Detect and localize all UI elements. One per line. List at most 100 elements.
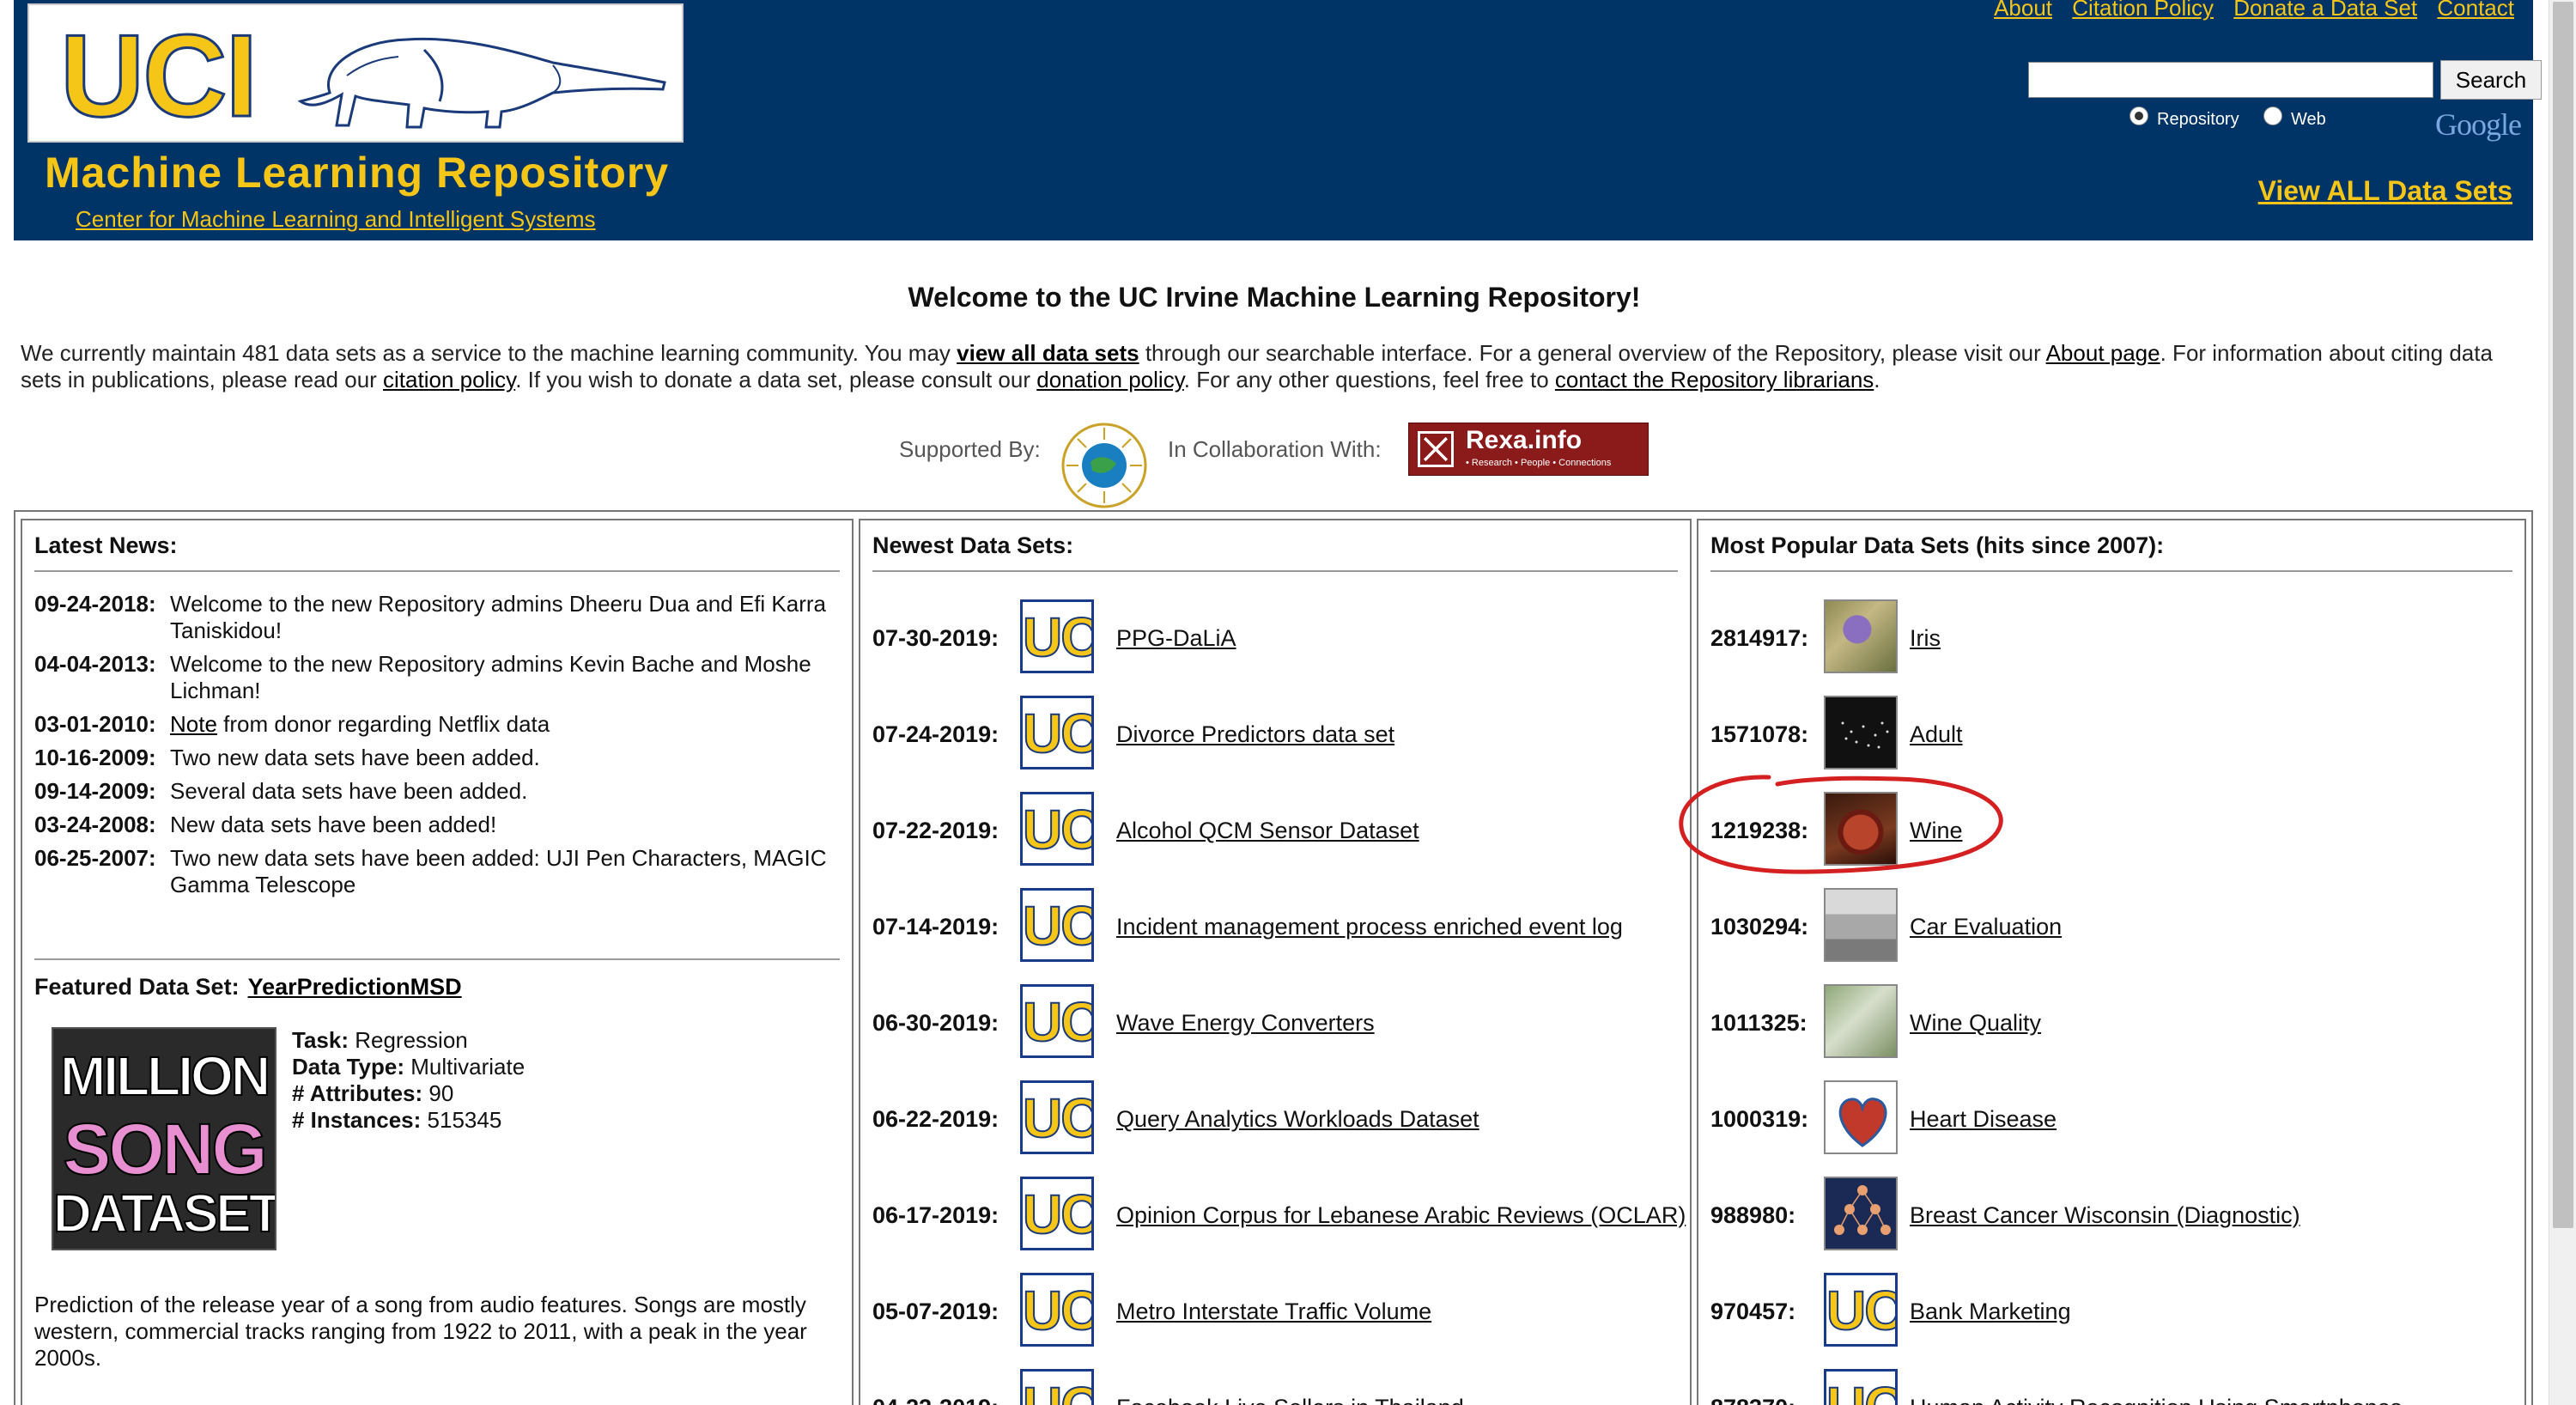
dataset-link[interactable]: Wave Energy Converters xyxy=(1116,1010,1375,1037)
intro-text: through our searchable interface. For a … xyxy=(1139,340,2046,366)
uci-dataset-icon[interactable]: UCI xyxy=(1020,888,1094,962)
iris-flower-thumbnail-icon[interactable] xyxy=(1824,599,1898,673)
divider xyxy=(34,570,840,572)
netflix-note-link[interactable]: Note xyxy=(170,711,217,737)
contact-link[interactable]: Contact xyxy=(2437,0,2514,21)
dataset-link[interactable]: Heart Disease xyxy=(1910,1106,2057,1133)
newest-dataset-row: 06-22-2019: UCI Query Analytics Workloads … xyxy=(872,1080,1671,1158)
scrollbar-thumb[interactable] xyxy=(2553,2,2573,1228)
wine-bottles-thumbnail-icon[interactable] xyxy=(1824,984,1898,1058)
support-row: Supported By: In Collaboration With: Rex… xyxy=(0,421,2549,508)
newest-dataset-row: 07-14-2019: UCI Incident management proces… xyxy=(872,888,1671,965)
news-date: 09-14-2009: xyxy=(34,778,156,804)
dataset-link[interactable]: Metro Interstate Traffic Volume xyxy=(1116,1299,1431,1325)
million-song-cover-image[interactable]: MILLION SONG DATASET xyxy=(52,1027,276,1250)
news-item: 09-24-2018: Welcome to the new Repositor… xyxy=(34,591,841,644)
newest-dataset-row: 04-22-2019: UCI Facebook Live Sellers in T… xyxy=(872,1369,1671,1405)
donate-link[interactable]: Donate a Data Set xyxy=(2233,0,2417,21)
donation-policy-link[interactable]: donation policy xyxy=(1036,367,1184,392)
dataset-date: 05-07-2019: xyxy=(872,1299,999,1324)
uci-dataset-icon[interactable]: UCI xyxy=(1020,599,1094,673)
uci-dataset-icon[interactable]: UCI xyxy=(1020,696,1094,769)
wine-glass-thumbnail-icon[interactable] xyxy=(1824,792,1898,866)
search-input[interactable] xyxy=(2028,62,2433,98)
dataset-link[interactable]: Wine xyxy=(1910,818,1963,844)
dataset-link[interactable]: Human Activity Recognition Using Smartph… xyxy=(1910,1395,2402,1405)
uci-icon-text: UCI xyxy=(1023,1376,1091,1405)
rexa-mark-icon xyxy=(1418,431,1454,467)
car-thumbnail-icon[interactable] xyxy=(1824,888,1898,962)
popular-dataset-row: 1219238: Wine xyxy=(1710,792,2509,869)
about-link[interactable]: About xyxy=(1994,0,2052,21)
featured-dataset-heading: Featured Data Set: YearPredictionMSD xyxy=(34,974,462,1001)
divider xyxy=(1710,570,2512,572)
nsf-logo-icon[interactable] xyxy=(1060,421,1149,510)
news-item: 06-25-2007: Two new data sets have been … xyxy=(34,845,841,898)
dataset-link[interactable]: Divorce Predictors data set xyxy=(1116,721,1394,748)
vertical-scrollbar[interactable] xyxy=(2549,0,2576,1405)
rexa-logo[interactable]: Rexa.info • Research • People • Connecti… xyxy=(1408,423,1649,476)
dataset-link[interactable]: PPG-DaLiA xyxy=(1116,625,1236,652)
intro-text: . xyxy=(1874,367,1880,392)
dataset-link[interactable]: Adult xyxy=(1910,721,1963,748)
dataset-hits: 1571078: xyxy=(1710,721,1809,747)
instances-row: # Instances: 515345 xyxy=(292,1107,525,1134)
uci-dataset-icon[interactable]: UCI xyxy=(1020,984,1094,1058)
uci-dataset-icon[interactable]: UCI xyxy=(1020,1369,1094,1405)
uci-icon-text: UCI xyxy=(1826,1376,1895,1405)
dataset-link[interactable]: Alcohol QCM Sensor Dataset xyxy=(1116,818,1419,844)
dataset-link[interactable]: Facebook Live Sellers in Thailand xyxy=(1116,1395,1464,1405)
network-thumbnail-icon[interactable] xyxy=(1824,1177,1898,1250)
uci-dataset-icon[interactable]: UCI xyxy=(1824,1369,1898,1405)
repository-title: Machine Learning Repository xyxy=(45,149,670,197)
search-button[interactable]: Search xyxy=(2440,60,2542,100)
newest-dataset-row: 07-22-2019: UCI Alcohol QCM Sensor Dataset xyxy=(872,792,1671,869)
news-date: 04-04-2013: xyxy=(34,651,156,677)
cover-line: SONG xyxy=(62,1108,268,1190)
uci-icon-text: UCI xyxy=(1023,895,1091,957)
task-value: Regression xyxy=(355,1027,468,1053)
citation-policy-inline-link[interactable]: citation policy xyxy=(383,367,515,392)
dataset-link[interactable]: Iris xyxy=(1910,625,1941,652)
news-item: 09-14-2009: Several data sets have been … xyxy=(34,778,841,805)
contact-librarians-link[interactable]: contact the Repository librarians xyxy=(1555,367,1874,392)
dataset-link[interactable]: Bank Marketing xyxy=(1910,1299,2071,1325)
uci-dataset-icon[interactable]: UCI xyxy=(1020,1177,1094,1250)
dataset-link[interactable]: Incident management process enriched eve… xyxy=(1116,914,1623,940)
uci-dataset-icon[interactable]: UCI xyxy=(1020,792,1094,866)
uci-logo[interactable]: UCI xyxy=(27,3,683,143)
dataset-link[interactable]: Opinion Corpus for Lebanese Arabic Revie… xyxy=(1116,1202,1686,1229)
about-page-link[interactable]: About page xyxy=(2046,340,2160,366)
view-all-datasets-inline-link[interactable]: view all data sets xyxy=(957,340,1139,366)
intro-text: . For any other questions, feel free to xyxy=(1183,367,1555,392)
web-radio[interactable] xyxy=(2263,106,2282,125)
web-radio-label: Web xyxy=(2291,110,2326,129)
dataset-date: 07-30-2019: xyxy=(872,625,999,651)
supported-by-label: Supported By: xyxy=(899,436,1041,462)
anteater-icon xyxy=(297,37,666,129)
us-map-dots-thumbnail-icon[interactable] xyxy=(1824,696,1898,769)
dataset-hits: 2814917: xyxy=(1710,625,1809,651)
repository-radio[interactable] xyxy=(2129,106,2148,125)
dataset-date: 07-14-2019: xyxy=(872,914,999,940)
heart-thumbnail-icon[interactable] xyxy=(1824,1080,1898,1154)
dataset-link[interactable]: Query Analytics Workloads Dataset xyxy=(1116,1106,1479,1133)
newest-datasets-panel: Newest Data Sets: 07-30-2019: UCI PPG-DaLi… xyxy=(859,519,1692,1405)
view-all-datasets-link[interactable]: View ALL Data Sets xyxy=(2258,175,2512,207)
dataset-link[interactable]: Wine Quality xyxy=(1910,1010,2041,1037)
collaboration-label: In Collaboration With: xyxy=(1168,436,1382,462)
dataset-link[interactable]: Car Evaluation xyxy=(1910,914,2062,940)
uci-dataset-icon[interactable]: UCI xyxy=(1020,1273,1094,1347)
news-text: Welcome to the new Repository admins Kev… xyxy=(170,651,811,703)
dataset-date: 04-22-2019: xyxy=(872,1395,999,1405)
news-text: Note from donor regarding Netflix data xyxy=(170,711,840,738)
attributes-label: # Attributes: xyxy=(292,1080,423,1106)
citation-policy-link[interactable]: Citation Policy xyxy=(2072,0,2214,21)
featured-dataset-link[interactable]: YearPredictionMSD xyxy=(248,974,462,1000)
uci-dataset-icon[interactable]: UCI xyxy=(1020,1080,1094,1154)
dataset-link[interactable]: Breast Cancer Wisconsin (Diagnostic) xyxy=(1910,1202,2300,1229)
center-link[interactable]: Center for Machine Learning and Intellig… xyxy=(76,206,596,233)
uci-icon-text: UCI xyxy=(1023,991,1091,1053)
uci-dataset-icon[interactable]: UCI xyxy=(1824,1273,1898,1347)
news-date: 03-24-2008: xyxy=(34,812,156,837)
